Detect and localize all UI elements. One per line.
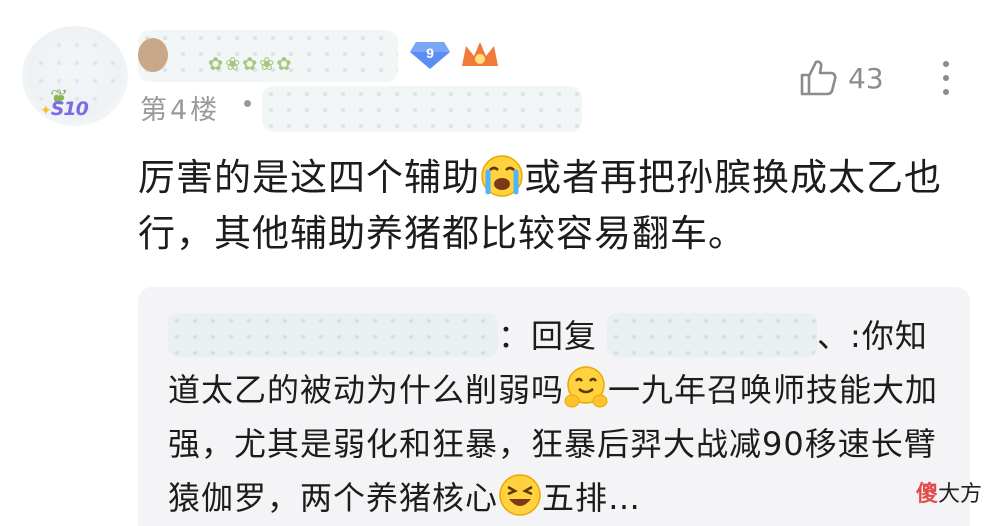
watermark-text: 大方 <box>937 482 982 507</box>
watermark-logo-icon: 傻 <box>915 482 938 507</box>
like-count: 43 <box>848 62 884 95</box>
separator-dot <box>244 100 251 107</box>
reply-text-part3: 五排… <box>542 479 642 517</box>
floor-label: 第4楼 <box>140 95 221 126</box>
star-icon: ✦ <box>40 103 52 119</box>
flower-decoration-icon: ✿❀✿❀✿ <box>208 54 294 75</box>
season-badge: ✦S10 <box>40 98 89 120</box>
crown-badge-icon <box>462 42 498 66</box>
reply-colon: ： <box>498 317 532 355</box>
comment-text-part1: 厉害的是这四个辅助 <box>138 156 480 199</box>
username-blurred[interactable]: ✿❀✿❀✿ <box>138 30 398 82</box>
more-options-icon[interactable] <box>938 58 954 98</box>
level-diamond-icon: 9 <box>410 42 450 69</box>
level-number: 9 <box>426 45 434 61</box>
bear-sticker-icon <box>138 38 168 72</box>
season-badge-label: S10 <box>50 98 89 120</box>
laughing-emoji-icon <box>499 474 541 516</box>
quoted-reply[interactable]: ：回复 、:你知道太乙的被动为什么削弱吗 一九年召唤师技能大加强，尤其是弱化和狂暴… <box>138 287 970 526</box>
quoted-reply-text: ：回复 、:你知道太乙的被动为什么削弱吗 一九年召唤师技能大加强，尤其是弱化和狂暴… <box>168 309 958 525</box>
watermark: 傻大方 <box>916 476 982 508</box>
crying-emoji-icon <box>481 155 523 197</box>
thumbs-up-icon[interactable] <box>798 58 838 98</box>
replied-user-blurred <box>607 313 818 357</box>
hugging-emoji-icon <box>564 366 608 408</box>
post-meta-blurred <box>262 86 582 132</box>
comment-body: 厉害的是这四个辅助 或者再把孙膑换成太乙也行，其他辅助养猪都比较容易翻车。 <box>138 150 958 262</box>
reply-author-blurred <box>168 313 498 357</box>
reply-word: 回复 <box>531 317 598 355</box>
